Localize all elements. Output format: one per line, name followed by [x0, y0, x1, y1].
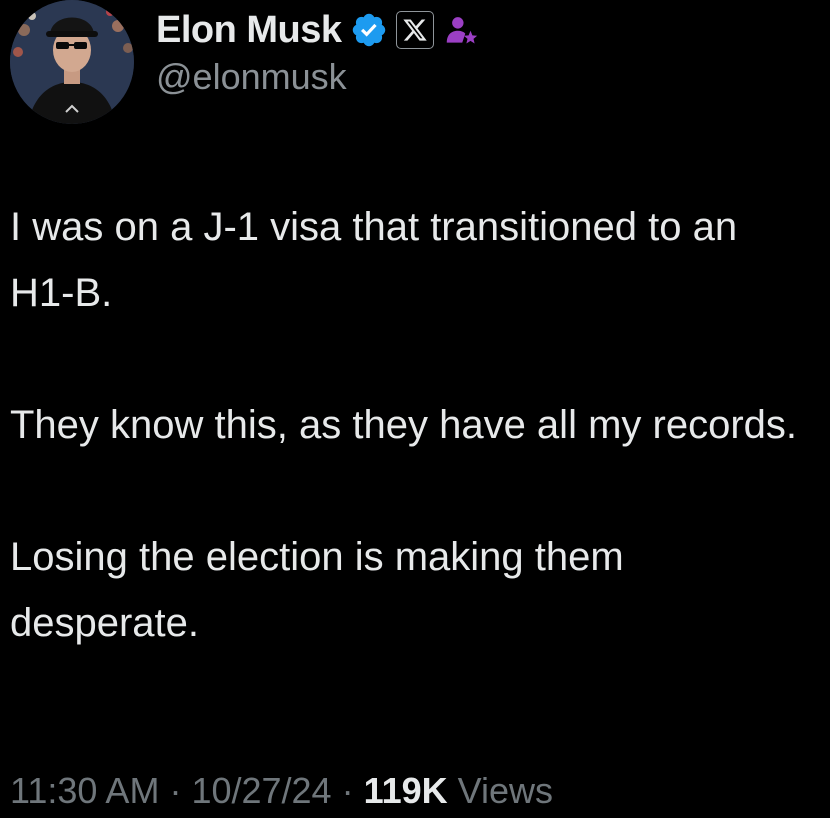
- avatar[interactable]: [10, 0, 134, 124]
- tweet-time[interactable]: 11:30 AM: [10, 770, 159, 811]
- tweet-date[interactable]: 10/27/24: [191, 770, 331, 811]
- meta-separator: ·: [159, 770, 192, 811]
- views-count[interactable]: 119K: [364, 770, 448, 811]
- profile-photo: [10, 0, 134, 124]
- tweet-meta: 11:30 AM · 10/27/24 · 119K Views: [10, 770, 553, 812]
- views-label: Views: [447, 770, 554, 811]
- tweet-text: I was on a J-1 visa that transitioned to…: [10, 194, 810, 656]
- affiliate-person-icon[interactable]: [442, 11, 480, 49]
- author-identity: Elon Musk @elonmusk: [156, 6, 480, 98]
- tweet-paragraph: Losing the election is making them despe…: [10, 535, 624, 645]
- handle[interactable]: @elonmusk: [156, 56, 480, 98]
- meta-separator: ·: [331, 770, 364, 811]
- tweet-header: Elon Musk @elonmusk: [10, 0, 810, 124]
- x-logo-icon[interactable]: [395, 11, 434, 49]
- tweet-paragraph: They know this, as they have all my reco…: [10, 403, 797, 447]
- tweet-paragraph: I was on a J-1 visa that transitioned to…: [10, 205, 738, 315]
- tweet: Elon Musk @elonmusk I was on a J-1 visa …: [0, 0, 830, 818]
- display-name[interactable]: Elon Musk: [156, 9, 342, 52]
- name-row: Elon Musk: [156, 6, 480, 54]
- verified-check-icon[interactable]: [350, 11, 388, 49]
